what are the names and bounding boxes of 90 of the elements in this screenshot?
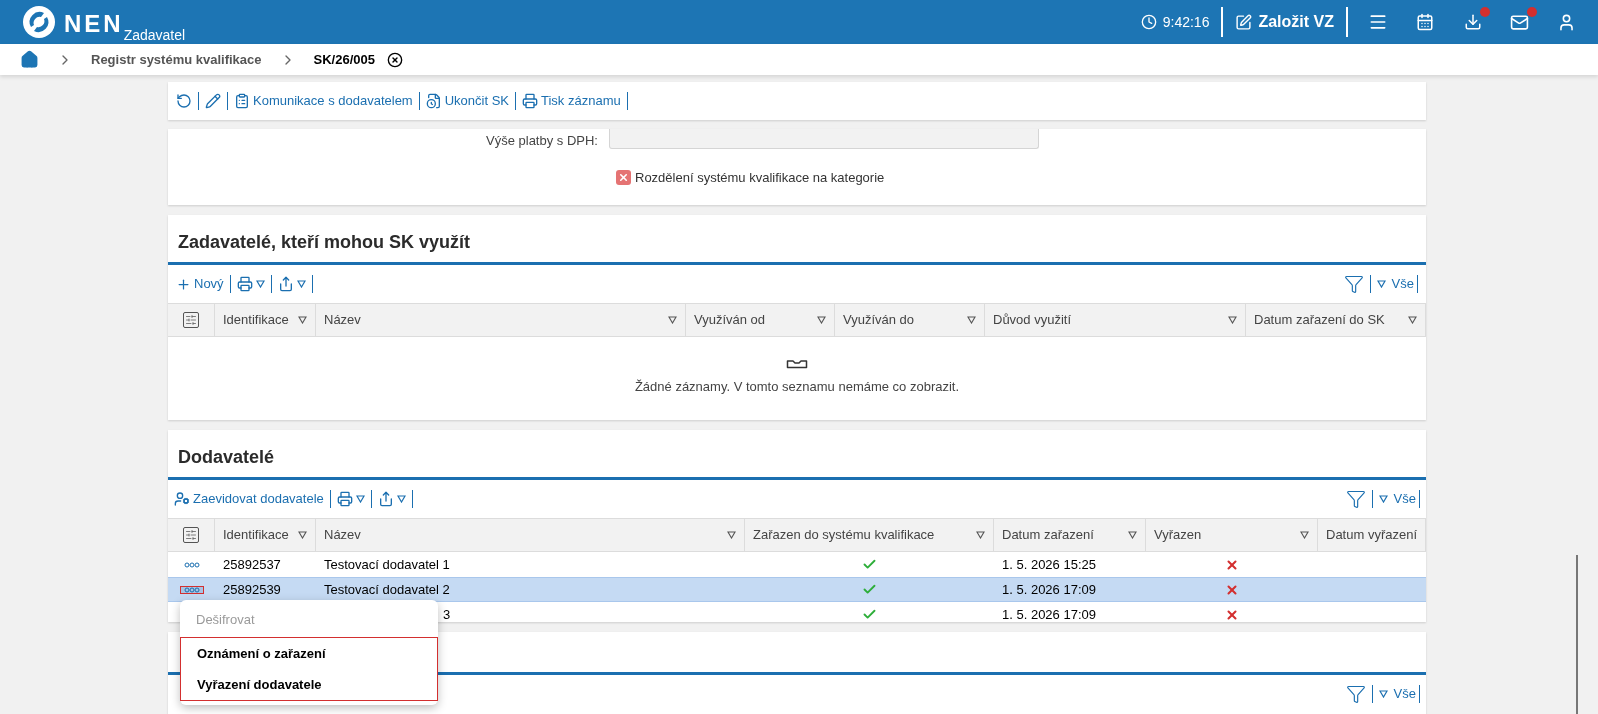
sort-arrow-icon[interactable]	[298, 316, 307, 324]
new-button[interactable]: Nový	[176, 274, 224, 294]
toolbar-button[interactable]: Tisk záznamu	[522, 91, 621, 111]
table-cell: 1. 5. 2026 15:25	[1002, 556, 1096, 572]
column-settings-icon[interactable]	[183, 527, 199, 543]
filter-icon[interactable]	[1345, 489, 1366, 509]
breadcrumb-item[interactable]: Registr systému kvalifikace	[91, 49, 262, 70]
scrollbar[interactable]	[1576, 555, 1578, 714]
calendar-icon[interactable]	[1416, 13, 1434, 31]
sort-arrow-icon[interactable]	[976, 531, 985, 539]
column-header[interactable]: Vyřazen	[1154, 525, 1202, 545]
section-title: Zadavatelé, kteří mohou SK využít	[178, 232, 471, 252]
plus-icon	[176, 276, 191, 292]
export-icon[interactable]	[377, 491, 394, 507]
dropdown-arrow-icon[interactable]	[255, 280, 265, 288]
sort-arrow-icon[interactable]	[1228, 316, 1237, 324]
dropdown-arrow-icon[interactable]	[1376, 280, 1386, 288]
sort-arrow-icon[interactable]	[727, 531, 736, 539]
empty-message: Žádné záznamy. V tomto seznamu nemáme co zobrazit.	[634, 378, 960, 396]
dropdown-arrow-icon[interactable]	[396, 495, 406, 503]
dropdown-arrow-icon[interactable]	[355, 495, 365, 503]
table-cell: Testovací dodavatel 1	[324, 556, 450, 572]
filter-icon[interactable]	[1343, 274, 1364, 294]
table-row[interactable]: 25892539 Testovací dodavatel 2 1. 5. 2026 17:09	[168, 577, 1426, 602]
table-cell: 25892539	[223, 581, 281, 597]
toolbar-button[interactable]: Komunikace s dodavatelem	[234, 91, 413, 111]
create-button[interactable]: Založit VZ	[1235, 10, 1334, 34]
clock-time: 9:42:16	[1162, 12, 1210, 32]
edit-icon[interactable]	[205, 93, 221, 109]
column-header[interactable]: Využíván do	[843, 310, 915, 330]
role-label: Zadavatel	[123, 27, 186, 43]
close-icon[interactable]	[387, 51, 403, 68]
print-icon[interactable]	[336, 491, 353, 507]
add-supplier-button[interactable]: Zaevidovat dodavatele	[174, 489, 324, 509]
logo-icon	[22, 5, 56, 39]
row-actions-button[interactable]	[180, 586, 203, 593]
payment-field[interactable]	[609, 129, 1039, 149]
sort-arrow-icon[interactable]	[1128, 531, 1137, 539]
column-header[interactable]: Název	[324, 525, 361, 545]
sort-arrow-icon[interactable]	[298, 531, 307, 539]
table-cell: 1. 5. 2026 17:09	[1002, 606, 1096, 622]
sort-arrow-icon[interactable]	[668, 316, 677, 324]
column-header[interactable]: Identifikace	[223, 525, 289, 545]
column-header[interactable]: Identifikace	[223, 310, 289, 330]
show-all-button[interactable]: Vše	[1393, 489, 1416, 509]
column-header[interactable]: Datum vyřazení	[1326, 525, 1418, 545]
clipboard-icon	[234, 93, 250, 109]
home-icon[interactable]	[20, 50, 39, 69]
edit-icon	[1235, 13, 1253, 31]
print-icon[interactable]	[236, 276, 253, 292]
dropdown-arrow-icon[interactable]	[296, 280, 306, 288]
table-cell: 1. 5. 2026 17:09	[1002, 581, 1096, 597]
dropdown-arrow-icon[interactable]	[1378, 690, 1388, 698]
user-gear-icon	[174, 491, 190, 507]
menu-item[interactable]: Oznámení o zařazení	[181, 638, 437, 669]
column-header[interactable]: Využíván od	[694, 310, 766, 330]
column-header[interactable]: Datum zařazení do SK	[1254, 310, 1385, 330]
show-all-button[interactable]: Vše	[1393, 684, 1416, 704]
table-cell: 3	[443, 606, 451, 622]
document-clock-icon	[425, 93, 442, 109]
filter-icon[interactable]	[1345, 684, 1366, 704]
breadcrumb-item[interactable]: SK/26/005	[313, 49, 375, 70]
menu-icon[interactable]	[1368, 12, 1388, 32]
column-settings-icon[interactable]	[183, 312, 199, 328]
download-icon[interactable]	[1464, 13, 1482, 31]
empty-tray-icon	[786, 359, 808, 369]
printer-icon	[522, 93, 538, 109]
toolbar-button[interactable]: Ukončit SK	[425, 91, 509, 111]
mail-icon[interactable]	[1510, 12, 1529, 32]
column-header[interactable]: Název	[324, 310, 361, 330]
dropdown-arrow-icon[interactable]	[1378, 495, 1388, 503]
column-header[interactable]: Datum zařazení	[1002, 525, 1094, 545]
show-all-button[interactable]: Vše	[1391, 274, 1414, 294]
section-title: Dodavatelé	[178, 447, 275, 467]
sort-arrow-icon[interactable]	[1300, 531, 1309, 539]
sort-arrow-icon[interactable]	[817, 316, 826, 324]
table-cell: Testovací dodavatel 2	[324, 581, 450, 597]
field-label: Výše platby s DPH:	[485, 132, 598, 150]
sort-arrow-icon[interactable]	[1408, 316, 1417, 324]
menu-item[interactable]: Vyřazení dodavatele	[181, 669, 437, 700]
column-header[interactable]: Důvod využití	[993, 310, 1072, 330]
table-cell: 25892537	[223, 556, 281, 572]
column-header[interactable]: Zařazen do systému kvalifikace	[753, 525, 935, 545]
clock-icon	[1140, 14, 1157, 30]
user-icon[interactable]	[1557, 12, 1576, 32]
refresh-icon[interactable]	[176, 93, 192, 109]
checkbox-label: Rozdělení systému kvalifikace na kategorie	[635, 168, 885, 187]
logo-text: NEN	[64, 9, 124, 39]
sort-arrow-icon[interactable]	[967, 316, 976, 324]
export-icon[interactable]	[277, 276, 294, 292]
